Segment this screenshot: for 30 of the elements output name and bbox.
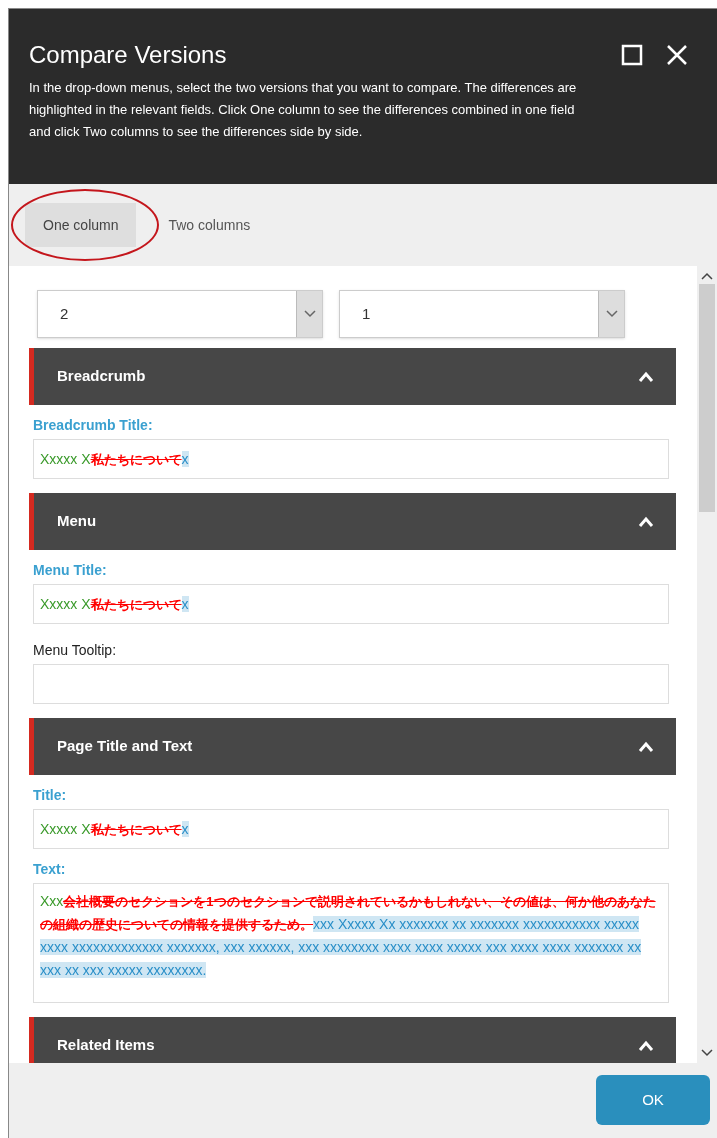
- caret-icon: [296, 291, 322, 337]
- chevron-up-icon: [638, 515, 654, 528]
- section-header[interactable]: Related Items: [29, 1017, 676, 1063]
- text-field[interactable]: Xxxxx X私たちについてx: [33, 584, 670, 624]
- dialog-title: Compare Versions: [29, 40, 227, 70]
- ok-button[interactable]: OK: [596, 1075, 710, 1125]
- section-header[interactable]: Menu: [29, 493, 676, 550]
- field-label: Text:: [33, 860, 67, 879]
- version-dropdown[interactable]: 2: [37, 290, 323, 338]
- close-icon[interactable]: [665, 43, 689, 67]
- caret-icon: [598, 291, 624, 337]
- maximize-icon[interactable]: [621, 44, 643, 66]
- field-label: Title:: [33, 786, 68, 805]
- field-label: Menu Tooltip:: [33, 641, 117, 660]
- section-header[interactable]: Breadcrumb: [29, 348, 676, 405]
- chevron-up-icon: [638, 1039, 654, 1052]
- chevron-up-icon: [638, 740, 654, 753]
- view-tab[interactable]: One column: [25, 203, 137, 247]
- text-area[interactable]: Xxx会社概要のセクションを1つのセクションで説明されているかもしれない、その値は、何か他のあなたの組織の歴史についての情報を提供するため。xxx Xxxxx Xx xxxxxxx xx xxxxxxx xxxxxxxxxxx xxxxx xxxx xxxxxxxxxxxxx xxxxxxx, xxx xxxxxx, xxx xxxxxxxx xxxx xxxx xxxxx xxx xxxx xxxx xxxxxxx xx xxx xx xxx xxxxx xxxxxxxx.: [33, 883, 670, 1003]
- chevron-up-icon: [638, 370, 654, 383]
- view-tab[interactable]: Two columns: [150, 203, 269, 247]
- field-label: Menu Title:: [33, 561, 108, 580]
- text-field[interactable]: Xxxxx X私たちについてx: [33, 809, 670, 849]
- version-dropdown[interactable]: 1: [339, 290, 625, 338]
- chevron-up-icon: [701, 272, 713, 280]
- dialog-description: In the drop-down menus, select the two versions that you want to compare. The differences are highlighted in the relevant fields. Click One column to see the differences combined in one field and click Two columns to see the differences side by side.: [29, 79, 578, 141]
- text-field[interactable]: Xxxxx X私たちについてx: [33, 439, 670, 479]
- chevron-down-icon: [701, 1049, 713, 1057]
- section-header[interactable]: Page Title and Text: [29, 718, 676, 775]
- field-label: Breadcrumb Title:: [33, 416, 154, 435]
